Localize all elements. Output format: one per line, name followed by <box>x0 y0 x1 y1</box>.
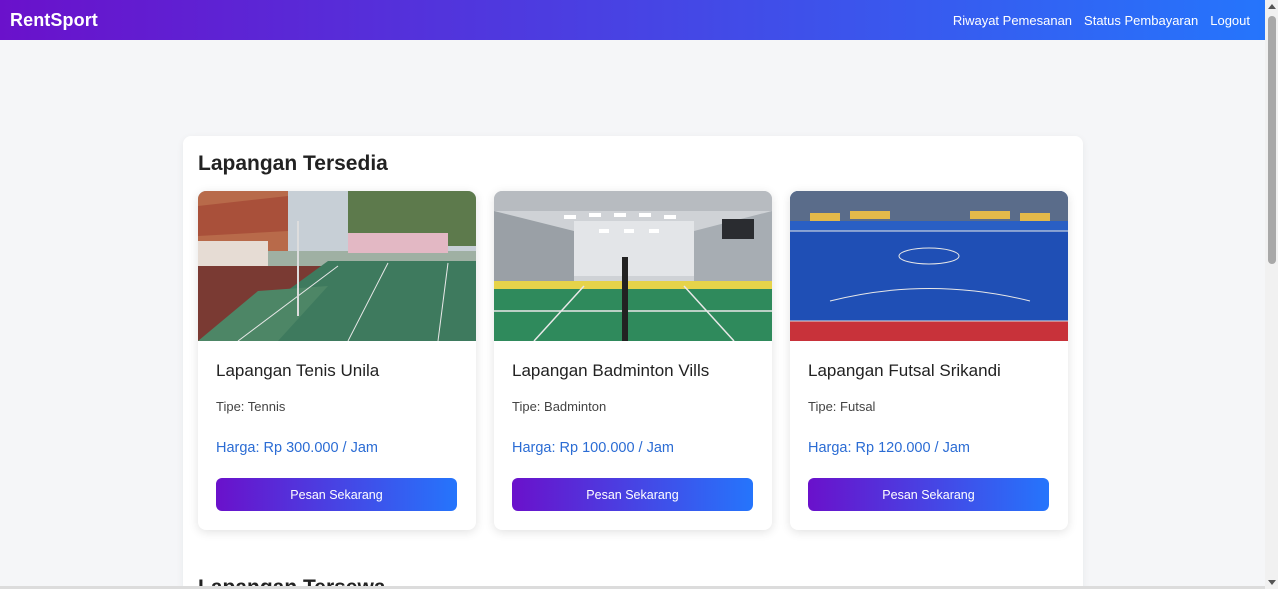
navbar: RentSport Riwayat Pemesanan Status Pemba… <box>0 0 1265 40</box>
book-now-button[interactable]: Pesan Sekarang <box>512 478 753 511</box>
field-type: Tipe: Futsal <box>808 399 876 414</box>
field-name: Lapangan Tenis Unila <box>216 361 380 380</box>
field-image-futsal <box>790 191 1068 341</box>
brand-logo[interactable]: RentSport <box>10 10 98 31</box>
nav-payment-status-link[interactable]: Status Pembayaran <box>1084 13 1198 28</box>
field-type: Tipe: Tennis <box>216 399 286 414</box>
field-name: Lapangan Badminton Vills <box>512 361 710 380</box>
vertical-scrollbar[interactable] <box>1265 0 1278 589</box>
fields-container: Lapangan Tersedia Lapangan Tenis Unila T… <box>183 136 1083 589</box>
field-image-tennis <box>198 191 476 341</box>
field-price: Harga: Rp 300.000 / Jam <box>216 440 379 456</box>
field-image-badminton <box>494 191 772 341</box>
field-card-tennis: Lapangan Tenis Unila Tipe: Tennis Harga:… <box>198 191 476 530</box>
book-now-button[interactable]: Pesan Sekarang <box>808 478 1049 511</box>
field-type: Tipe: Badminton <box>512 399 607 414</box>
book-now-button[interactable]: Pesan Sekarang <box>216 478 457 511</box>
nav-logout-link[interactable]: Logout <box>1210 13 1250 28</box>
nav-links: Riwayat Pemesanan Status Pembayaran Logo… <box>953 13 1250 28</box>
scroll-up-arrow-icon[interactable] <box>1268 4 1276 9</box>
scroll-thumb[interactable] <box>1268 16 1276 264</box>
field-card-futsal: Lapangan Futsal Srikandi Tipe: Futsal Ha… <box>790 191 1068 530</box>
section-title: Lapangan Tersedia <box>198 152 388 175</box>
field-name: Lapangan Futsal Srikandi <box>808 361 1001 380</box>
field-price: Harga: Rp 120.000 / Jam <box>808 440 971 456</box>
field-card-badminton: Lapangan Badminton Vills Tipe: Badminton… <box>494 191 772 530</box>
scroll-down-arrow-icon[interactable] <box>1268 580 1276 585</box>
field-price: Harga: Rp 100.000 / Jam <box>512 440 675 456</box>
nav-history-link[interactable]: Riwayat Pemesanan <box>953 13 1072 28</box>
